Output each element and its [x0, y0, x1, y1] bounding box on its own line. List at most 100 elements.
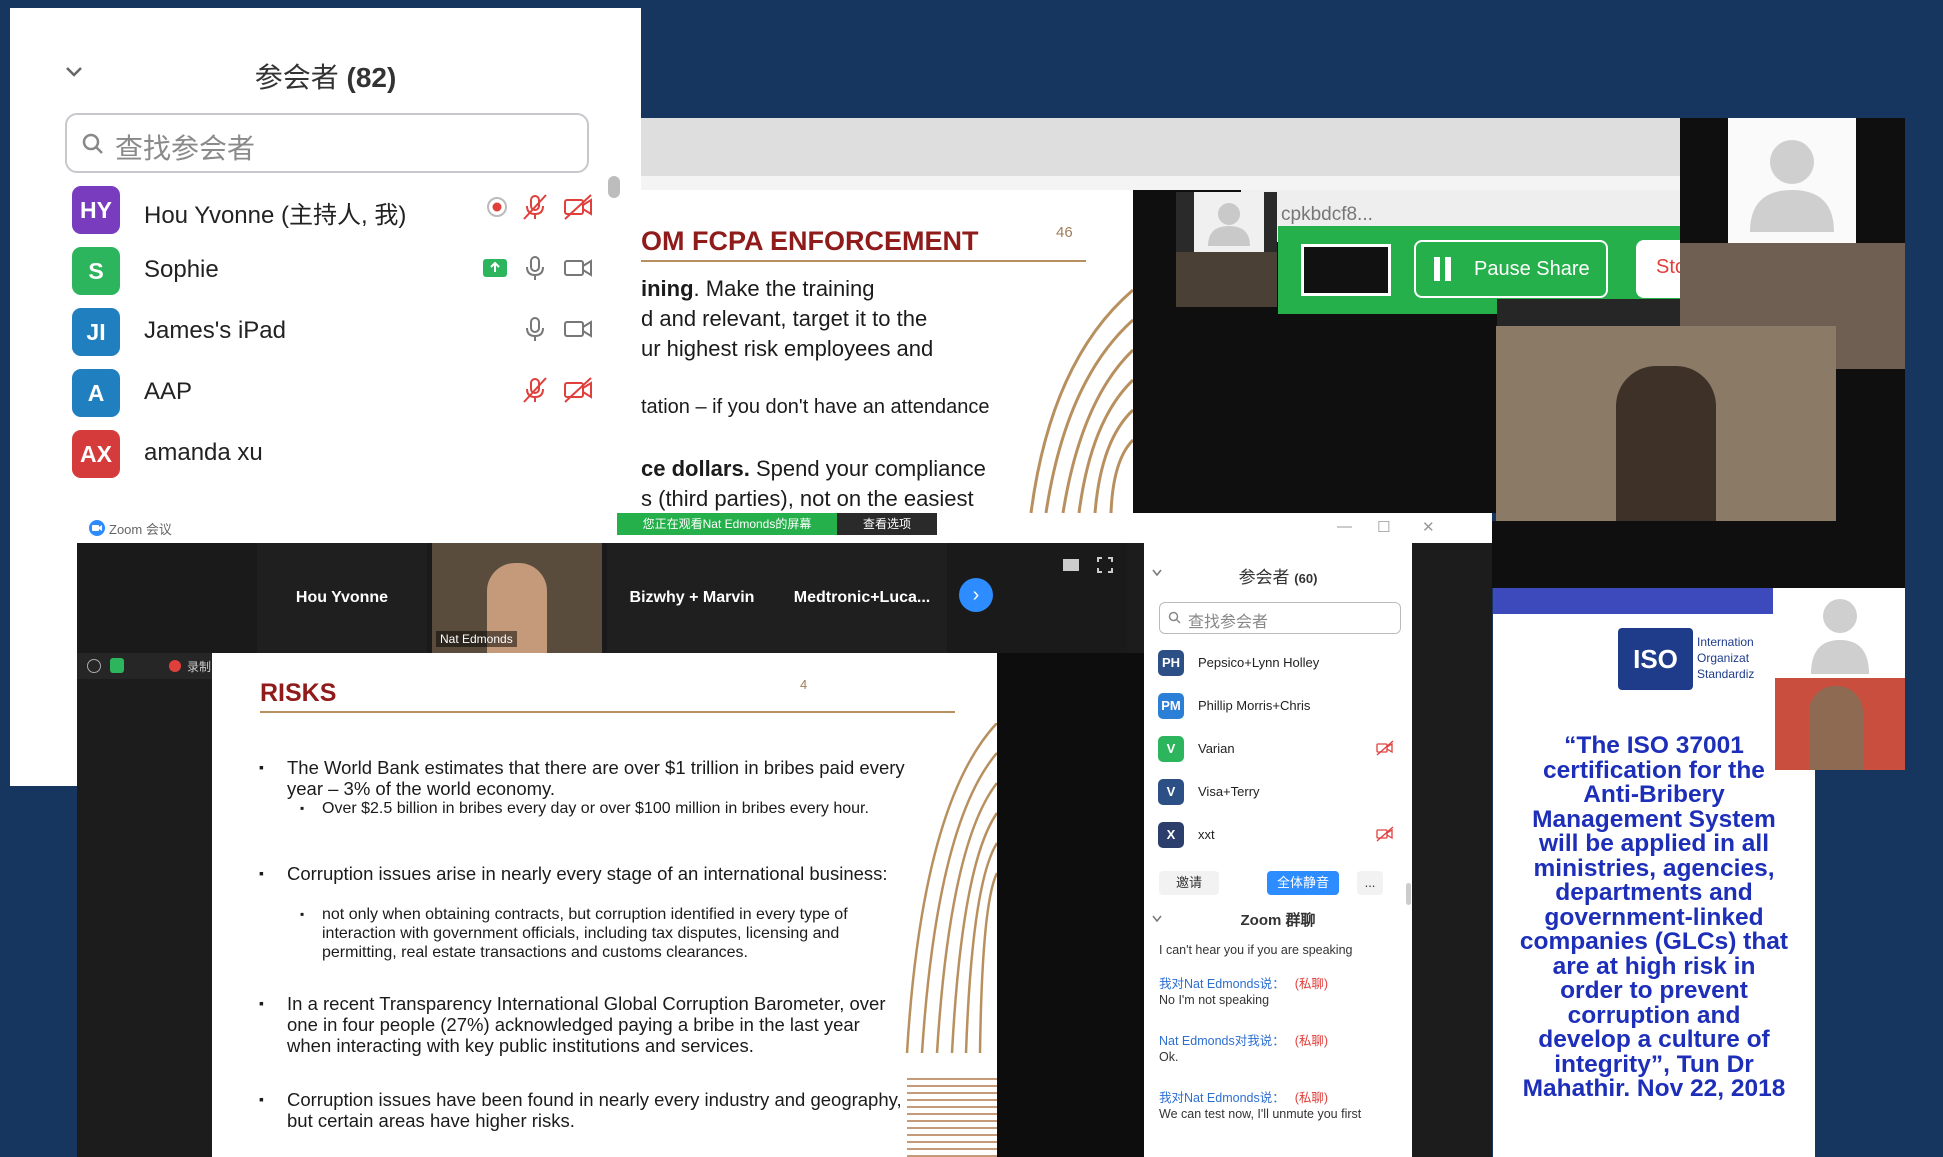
search-input[interactable]: 查找参会者	[1159, 602, 1401, 634]
avatar: X	[1158, 822, 1184, 848]
search-input[interactable]: 查找参会者	[65, 113, 589, 173]
stop-share-button[interactable]: Stop	[1636, 240, 1681, 298]
avatar: V	[1158, 779, 1184, 805]
sharing-banner: 您正在观看Nat Edmonds的屏幕	[617, 513, 837, 535]
fcpa-slide: OM FCPA ENFORCEMENT 46 ining. Make the t…	[641, 190, 1133, 513]
participant-name: Sophie	[144, 256, 219, 283]
video-tile[interactable]	[1680, 118, 1905, 243]
video-off-icon[interactable]	[1376, 740, 1394, 756]
participant-row[interactable]: PH Pepsico+Lynn Holley	[1158, 644, 1398, 684]
layout-icon[interactable]	[1062, 558, 1080, 572]
participant-name: Pepsico+Lynn Holley	[1198, 655, 1320, 670]
mic-muted-icon[interactable]	[520, 375, 550, 405]
video-area	[1492, 521, 1905, 588]
avatar: JI	[72, 308, 120, 356]
bullet: Corruption issues have been found in nea…	[259, 1089, 907, 1131]
more-button[interactable]: ...	[1357, 871, 1383, 895]
mic-icon[interactable]	[520, 253, 550, 283]
maximize-button[interactable]: ☐	[1377, 518, 1390, 536]
participant-row[interactable]: JI James's iPad	[62, 300, 602, 370]
bullet: Corruption issues arise in nearly every …	[259, 863, 907, 884]
participant-name: xxt	[1198, 827, 1215, 842]
scrollbar[interactable]	[1406, 883, 1411, 905]
video-tile[interactable]	[1773, 588, 1905, 678]
avatar: PM	[1158, 693, 1184, 719]
participant-row[interactable]: X xxt	[1158, 816, 1398, 856]
video-off-icon[interactable]	[562, 192, 594, 222]
person-silhouette	[1616, 366, 1716, 521]
chat-sender: 我对Nat Edmonds说： (私聊)	[1159, 977, 1329, 991]
tab-bar	[641, 118, 1681, 176]
avatar: HY	[72, 186, 120, 234]
mic-icon[interactable]	[520, 314, 550, 344]
slide-text-line: tation – if you don't have an attendance	[641, 396, 990, 418]
participant-row[interactable]: A AAP	[62, 361, 602, 431]
participant-row[interactable]: S Sophie	[62, 239, 602, 309]
chat-message: Ok.	[1159, 1050, 1179, 1064]
video-tile[interactable]: Nat Edmonds	[432, 543, 602, 653]
url-text[interactable]: cpkbdcf8...	[1281, 204, 1373, 226]
view-options-button[interactable]: 查看选项	[837, 513, 937, 535]
avatar: S	[72, 247, 120, 295]
search-icon	[1168, 611, 1181, 624]
pause-share-button[interactable]: Pause Share	[1414, 240, 1608, 298]
video-off-icon[interactable]	[1376, 826, 1394, 842]
close-button[interactable]: ✕	[1422, 518, 1435, 536]
video-tile[interactable]: Medtronic+Luca...	[777, 543, 947, 653]
avatar: A	[72, 369, 120, 417]
chat-title: Zoom 群聊	[1240, 912, 1316, 929]
mute-all-button[interactable]: 全体静音	[1267, 871, 1339, 895]
slide-title-rule	[641, 260, 1086, 262]
bullet: The World Bank estimates that there are …	[259, 757, 907, 799]
record-icon	[486, 196, 508, 218]
person-icon	[1811, 599, 1869, 674]
risks-slide: RISKS 4 The World Bank estimates that th…	[212, 653, 997, 1157]
video-icon[interactable]	[562, 314, 594, 344]
info-icon[interactable]	[87, 659, 101, 673]
video-feed[interactable]	[1775, 678, 1905, 770]
video-tile[interactable]: Bizwhy + Marvin	[607, 543, 777, 653]
bullet: In a recent Transparency International G…	[259, 993, 907, 1056]
participant-row[interactable]: AX amanda xu	[62, 422, 602, 492]
zoom-logo-icon	[89, 520, 105, 536]
participant-name: AAP	[144, 378, 193, 405]
search-icon	[81, 132, 105, 156]
scrollbar[interactable]	[608, 176, 620, 198]
invite-button[interactable]: 邀请	[1159, 871, 1219, 895]
slide-title: OM FCPA ENFORCEMENT	[641, 226, 979, 256]
share-thumbnail[interactable]	[1301, 244, 1391, 296]
decorative-curves	[905, 723, 997, 1053]
video-feed-main[interactable]	[1496, 326, 1836, 521]
decorative-curves	[1029, 288, 1133, 513]
slide-text-line: ce dollars. Spend your compliance	[641, 456, 986, 481]
minimize-button[interactable]: —	[1337, 518, 1352, 535]
fullscreen-icon[interactable]	[1097, 557, 1113, 573]
window-title: Zoom 会议	[109, 522, 172, 537]
video-tile[interactable]	[1176, 192, 1277, 307]
chat-message: No I'm not speaking	[1159, 993, 1270, 1007]
zoom-meeting-window: Zoom 会议 — ☐ ✕ 您正在观看Nat Edmonds的屏幕 查看选项 H…	[77, 513, 1492, 1157]
participant-name: Hou Yvonne (主持人, 我)	[144, 202, 407, 229]
video-off-icon[interactable]	[562, 375, 594, 405]
screen-share-icon	[482, 257, 508, 279]
avatar: PH	[1158, 650, 1184, 676]
participant-name: amanda xu	[144, 439, 263, 466]
recording-dot-icon	[169, 660, 181, 672]
chat-sender: 我对Nat Edmonds说： (私聊)	[1159, 1091, 1329, 1105]
participant-name: Visa+Terry	[1198, 784, 1260, 799]
video-feed	[1176, 252, 1277, 307]
tile-label: Nat Edmonds	[436, 631, 517, 647]
mic-muted-icon[interactable]	[520, 192, 550, 222]
slide-text-line: s (third parties), not on the easiest	[641, 486, 974, 511]
participant-row[interactable]: V Varian	[1158, 730, 1398, 770]
next-page-button[interactable]: ›	[959, 578, 993, 612]
participants-title: 参会者 (60)	[1238, 568, 1318, 587]
slide-page-number: 46	[1056, 224, 1073, 241]
slide-text-line: ur highest risk employees and	[641, 336, 934, 361]
video-tile[interactable]: Hou Yvonne	[257, 543, 427, 653]
video-icon[interactable]	[562, 253, 594, 283]
participant-row[interactable]: PM Phillip Morris+Chris	[1158, 687, 1398, 727]
participants-panel-small: 参会者 (60) 查找参会者 PH Pepsico+Lynn Holley PM…	[1144, 543, 1412, 1157]
participant-row[interactable]: HY Hou Yvonne (主持人, 我)	[62, 178, 602, 248]
participant-row[interactable]: V Visa+Terry	[1158, 773, 1398, 813]
